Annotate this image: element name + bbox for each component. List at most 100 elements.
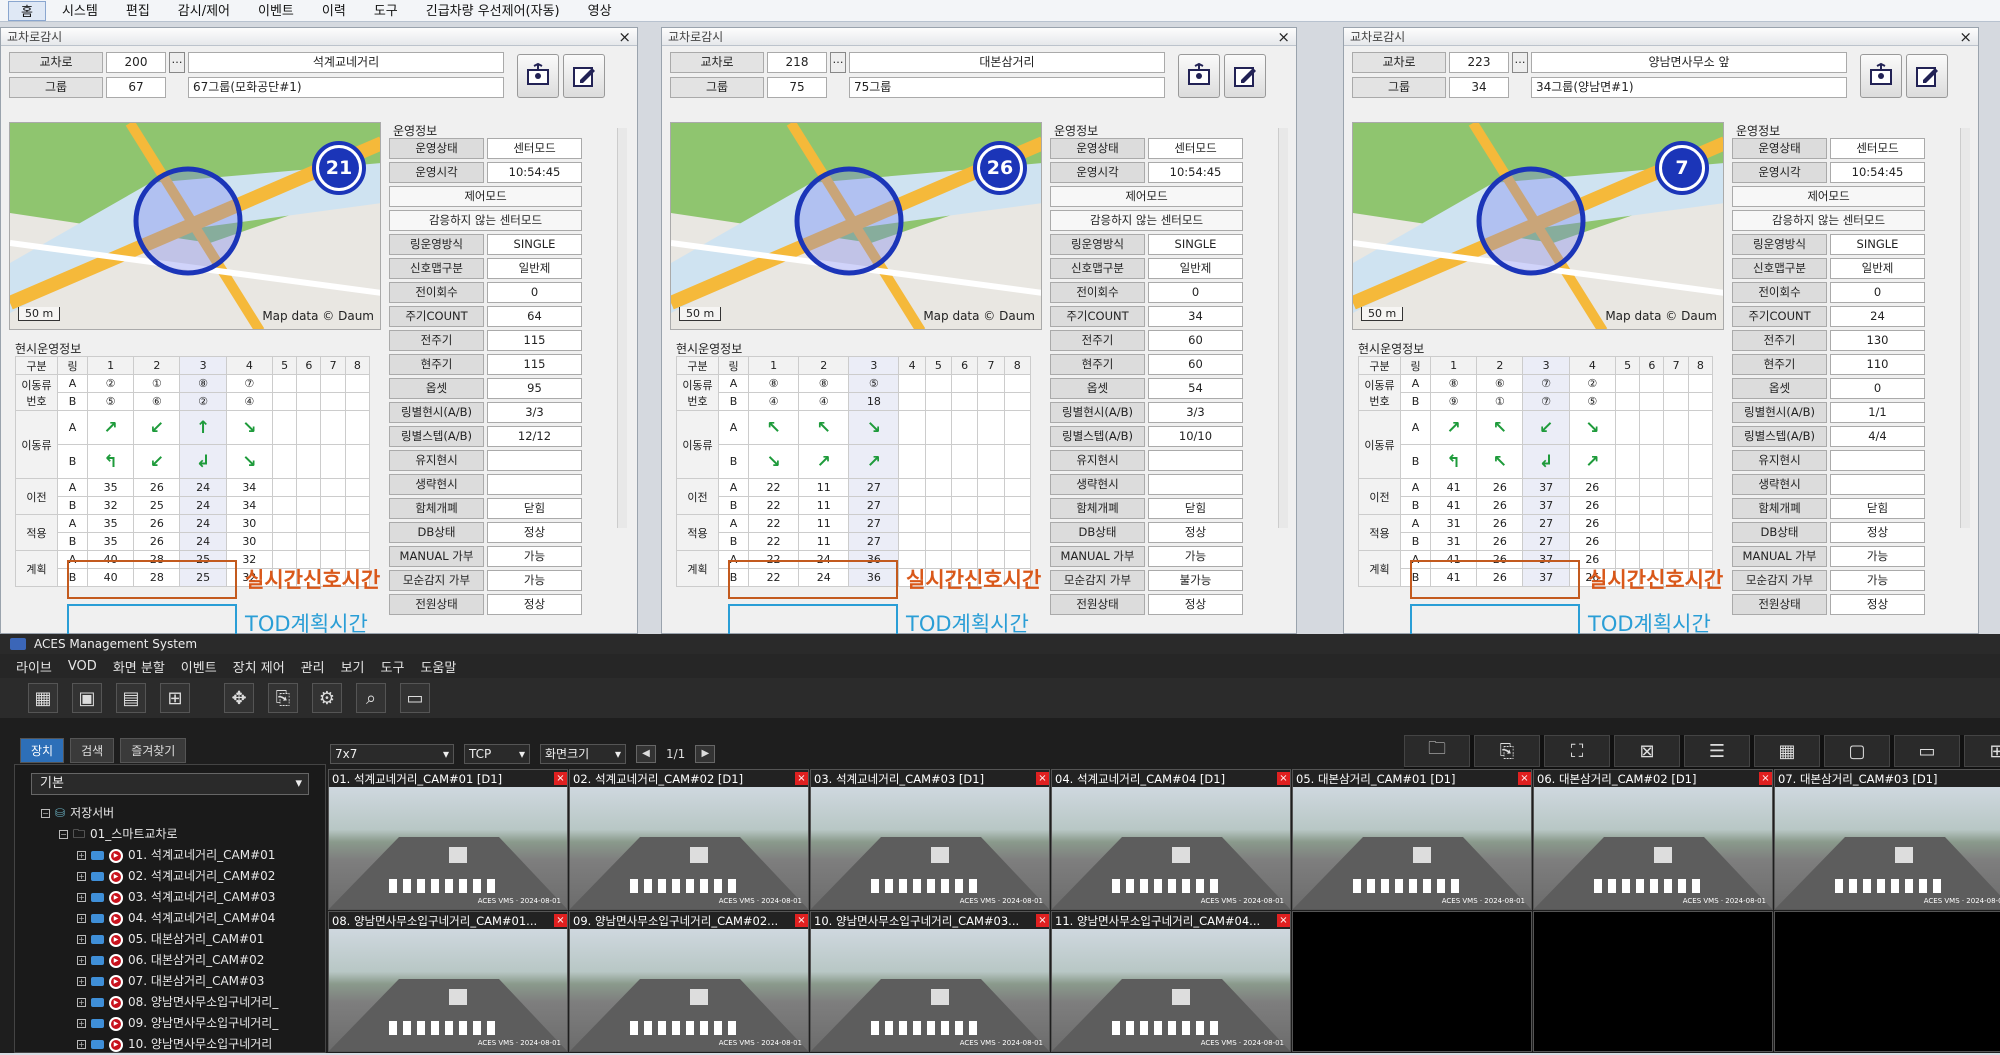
intersection-map[interactable]: 7 Map data © Daum 50 m — [1352, 122, 1724, 330]
top-menu-item[interactable]: 긴급차량 우선제어(자동) — [414, 1, 572, 21]
xing-id-field[interactable]: 218 — [767, 52, 827, 73]
tree-select[interactable]: 기본 ▾ — [31, 773, 309, 795]
close-icon[interactable]: × — [1277, 914, 1290, 927]
top-menu-item[interactable]: 시스템 — [50, 1, 110, 21]
aces-menu-item[interactable]: 라이브 — [16, 657, 52, 676]
expand-icon[interactable]: − — [59, 830, 68, 839]
close-icon[interactable]: × — [618, 28, 631, 46]
monitor-icon[interactable]: ▭ — [400, 683, 430, 713]
tree-item-camera[interactable]: + ▶ 06. 대본삼거리_CAM#02 — [15, 950, 325, 971]
intersection-map[interactable]: 26 Map data © Daum 50 m — [670, 122, 1042, 330]
browse-button[interactable]: … — [169, 52, 185, 73]
camera-tile[interactable]: 01. 석계교네거리_CAM#01 [D1] × ACES VMS · 2024-0… — [328, 769, 568, 910]
expand-icon[interactable]: + — [77, 998, 86, 1007]
image-icon[interactable]: ▤ — [116, 683, 146, 713]
gear-icon[interactable]: ⚙ — [312, 683, 342, 713]
camera-tile[interactable]: 11. 양남면사무소입구네거리_CAM#04... × ACES VMS · 202… — [1051, 911, 1291, 1052]
expand-icon[interactable]: + — [77, 977, 86, 986]
screen-size-select[interactable]: 화면크기 ▾ — [540, 744, 626, 764]
clear-grid-icon[interactable]: ⊠ — [1614, 735, 1680, 767]
panel-scrollbar[interactable] — [617, 128, 627, 528]
edit-icon[interactable] — [1906, 54, 1948, 98]
edit-icon[interactable] — [1224, 54, 1266, 98]
tree-item-camera[interactable]: + ▶ 07. 대본삼거리_CAM#03 — [15, 971, 325, 992]
prev-page-button[interactable]: ◀ — [636, 745, 656, 763]
split-grid-icon[interactable]: ▦ — [28, 683, 58, 713]
camera-tile[interactable]: 03. 석계교네거리_CAM#03 [D1] × ACES VMS · 2024-0… — [810, 769, 1050, 910]
split-icon[interactable]: ▦ — [1754, 735, 1820, 767]
tree-item-camera[interactable]: + ▶ 09. 양남면사무소입구네거리_ — [15, 1013, 325, 1034]
close-icon[interactable]: × — [1036, 772, 1049, 785]
camera-tile[interactable]: 09. 양남면사무소입구네거리_CAM#02... × ACES VMS · 202… — [569, 911, 809, 1052]
move-icon[interactable]: ✥ — [224, 683, 254, 713]
close-icon[interactable]: × — [1518, 772, 1531, 785]
tree-item-camera[interactable]: + ▶ 04. 석계교네거리_CAM#04 — [15, 908, 325, 929]
tree-root[interactable]: − ⛁ 저장서버 — [15, 803, 325, 824]
camera-tile[interactable]: 07. 대본삼거리_CAM#03 [D1]× ACES VMS · 2024-08… — [1774, 769, 2000, 910]
expand-icon[interactable]: + — [77, 956, 86, 965]
top-menu-item[interactable]: 영상 — [576, 1, 624, 21]
tree-item-camera[interactable]: + ▶ 02. 석계교네거리_CAM#02 — [15, 866, 325, 887]
open-folder-icon[interactable]: 🗀 — [1404, 735, 1470, 767]
close-icon[interactable]: × — [554, 772, 567, 785]
close-icon[interactable]: × — [1759, 772, 1772, 785]
signal-controller-icon[interactable] — [517, 54, 559, 98]
xing-id-field[interactable]: 200 — [106, 52, 166, 73]
grid-icon[interactable]: ⊞ — [160, 683, 190, 713]
camera-tile[interactable]: 05. 대본삼거리_CAM#01 [D1] × ACES VMS · 2024-08… — [1292, 769, 1532, 910]
layout-select[interactable]: 7x7 ▾ — [330, 744, 454, 764]
top-menu-item[interactable]: 감시/제어 — [166, 1, 242, 21]
fullscreen-icon[interactable]: ⛶ — [1544, 735, 1610, 767]
camera-tile[interactable]: 02. 석계교네거리_CAM#02 [D1] × ACES VMS · 2024-0… — [569, 769, 809, 910]
aces-menu-item[interactable]: 이벤트 — [181, 657, 217, 676]
browse-button[interactable]: … — [830, 52, 846, 73]
tree-item-camera[interactable]: + ▶ 10. 양남면사무소입구네거리 — [15, 1034, 325, 1055]
aces-menu-item[interactable]: 도움말 — [420, 657, 456, 676]
close-icon[interactable]: × — [1277, 28, 1290, 46]
expand-icon[interactable]: − — [41, 809, 50, 818]
close-icon[interactable]: × — [1036, 914, 1049, 927]
empty-camera-tile[interactable] — [1533, 911, 1773, 1052]
window-icon[interactable]: ▭ — [1894, 735, 1960, 767]
protocol-select[interactable]: TCP ▾ — [464, 744, 530, 764]
aces-menu-item[interactable]: 도구 — [381, 657, 405, 676]
tree-item-camera[interactable]: + ▶ 03. 석계교네거리_CAM#03 — [15, 887, 325, 908]
vod-icon[interactable]: ▣ — [72, 683, 102, 713]
expand-icon[interactable]: + — [77, 914, 86, 923]
tab-0[interactable]: 장치 — [20, 738, 65, 763]
camera-tile[interactable]: 10. 양남면사무소입구네거리_CAM#03... × ACES VMS · 202… — [810, 911, 1050, 1052]
tree-item-camera[interactable]: + ▶ 08. 양남면사무소입구네거리_ — [15, 992, 325, 1013]
save-icon[interactable]: ⎘ — [268, 683, 298, 713]
close-icon[interactable]: × — [1277, 772, 1290, 785]
intersection-map[interactable]: 21 Map data © Daum 50 m — [9, 122, 381, 330]
empty-camera-tile[interactable] — [1292, 911, 1532, 1052]
signal-controller-icon[interactable] — [1178, 54, 1220, 98]
edit-icon[interactable] — [563, 54, 605, 98]
empty-camera-tile[interactable] — [1774, 911, 2000, 1052]
expand-icon[interactable]: + — [77, 1019, 86, 1028]
top-menu-item[interactable]: 홈 — [8, 0, 46, 21]
panel-scrollbar[interactable] — [1960, 128, 1970, 528]
top-menu-item[interactable]: 도구 — [362, 1, 410, 21]
expand-icon[interactable]: + — [77, 1040, 86, 1049]
camera-tile[interactable]: 06. 대본삼거리_CAM#02 [D1] × ACES VMS · 2024-08… — [1533, 769, 1773, 910]
xing-id-field[interactable]: 223 — [1449, 52, 1509, 73]
expand-icon[interactable]: + — [77, 893, 86, 902]
close-icon[interactable]: × — [1959, 28, 1972, 46]
next-page-button[interactable]: ▶ — [695, 745, 716, 763]
layout-list-icon[interactable]: ☰ — [1684, 735, 1750, 767]
expand-icon[interactable]: + — [77, 935, 86, 944]
tab-2[interactable]: 즐겨찾기 — [120, 738, 187, 763]
panel-scrollbar[interactable] — [1278, 128, 1288, 528]
grid-icon[interactable]: ⊞ — [1964, 735, 2000, 767]
tree-item-camera[interactable]: + ▶ 01. 석계교네거리_CAM#01 — [15, 845, 325, 866]
save-icon[interactable]: ⎘ — [1474, 735, 1540, 767]
top-menu-item[interactable]: 이력 — [310, 1, 358, 21]
expand-icon[interactable]: + — [77, 872, 86, 881]
top-menu-item[interactable]: 편집 — [114, 1, 162, 21]
search-icon[interactable]: ⌕ — [356, 683, 386, 713]
close-icon[interactable]: × — [795, 772, 808, 785]
close-icon[interactable]: × — [554, 914, 567, 927]
aces-menu-item[interactable]: 보기 — [341, 657, 365, 676]
aces-menu-item[interactable]: 화면 분할 — [113, 657, 165, 676]
